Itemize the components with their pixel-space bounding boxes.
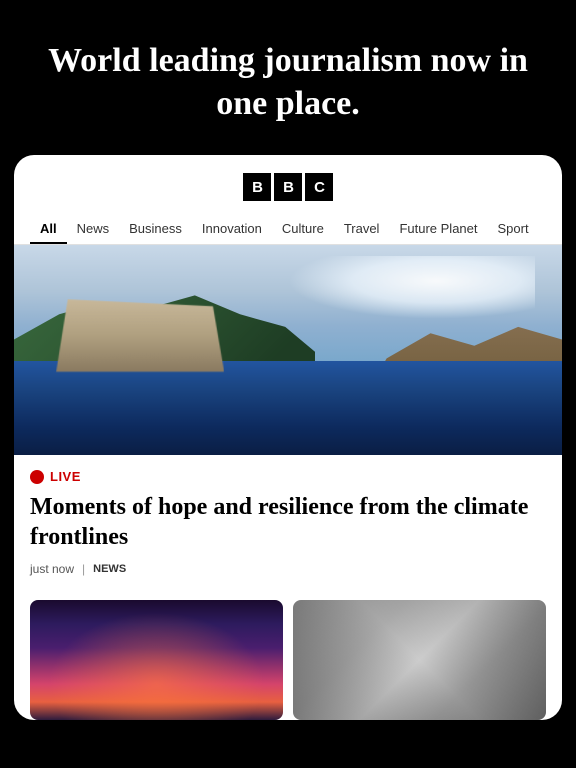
- article-meta: just now | NEWS: [30, 562, 546, 576]
- nav-item-culture[interactable]: Culture: [272, 213, 334, 244]
- nav-item-all[interactable]: All: [30, 213, 67, 244]
- thumbnail-bw-hands[interactable]: [293, 600, 546, 720]
- live-badge: LIVE: [30, 469, 546, 484]
- bbc-letter-b2: B: [274, 173, 302, 201]
- nav-item-travel[interactable]: Travel: [334, 213, 390, 244]
- article-timestamp: just now: [30, 562, 74, 576]
- hero-image-canvas: [14, 245, 562, 455]
- bbc-letter-b1: B: [243, 173, 271, 201]
- app-card: B B C All News Business Innovation Cultu…: [14, 155, 562, 720]
- nav-item-innovation[interactable]: Innovation: [192, 213, 272, 244]
- dam-structure: [56, 299, 224, 371]
- nav-item-sport[interactable]: Sport: [488, 213, 539, 244]
- news-content: LIVE Moments of hope and resilience from…: [14, 455, 562, 600]
- bbc-letter-c: C: [305, 173, 333, 201]
- thumbnail-row: [14, 600, 562, 720]
- cloud-overlay: [288, 256, 535, 319]
- thumbnail-night-sky[interactable]: [30, 600, 283, 720]
- hero-section: World leading journalism now in one plac…: [0, 0, 576, 155]
- live-label: LIVE: [50, 469, 81, 484]
- article-title[interactable]: Moments of hope and resilience from the …: [30, 492, 546, 552]
- live-dot-icon: [30, 470, 44, 484]
- meta-separator: |: [82, 562, 85, 576]
- hero-image: [14, 245, 562, 455]
- bbc-logo-row: B B C: [14, 155, 562, 213]
- nav-item-news[interactable]: News: [67, 213, 120, 244]
- hero-title: World leading journalism now in one plac…: [40, 40, 536, 125]
- nav-item-future-planet[interactable]: Future Planet: [389, 213, 487, 244]
- bbc-logo: B B C: [243, 173, 333, 201]
- water-layer: [14, 361, 562, 456]
- nav-bar: All News Business Innovation Culture Tra…: [14, 213, 562, 245]
- article-category: NEWS: [93, 563, 126, 575]
- nav-item-business[interactable]: Business: [119, 213, 192, 244]
